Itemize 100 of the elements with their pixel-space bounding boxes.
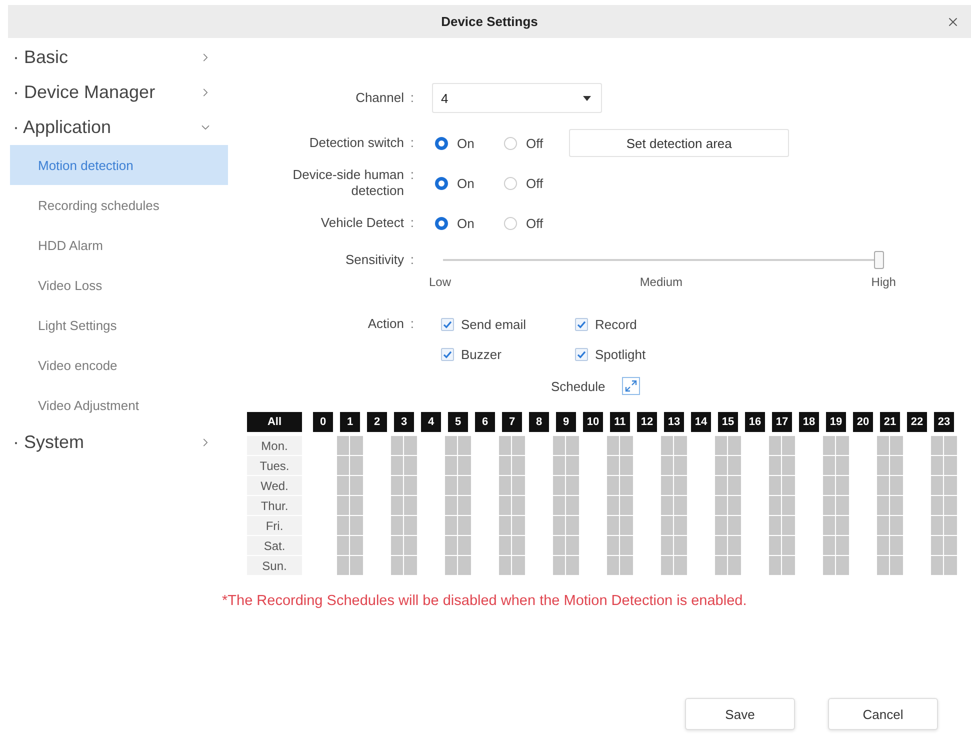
schedule-cell[interactable] <box>553 436 579 455</box>
schedule-cell[interactable] <box>337 476 363 495</box>
schedule-cell[interactable] <box>553 536 579 555</box>
hour-header[interactable]: 1 <box>340 412 360 432</box>
schedule-cell[interactable] <box>445 556 471 575</box>
schedule-cell[interactable] <box>661 436 687 455</box>
schedule-cell[interactable] <box>661 556 687 575</box>
checkbox-option[interactable]: Buzzer <box>441 342 575 366</box>
hour-header[interactable]: 0 <box>313 412 333 432</box>
sidebar-group[interactable]: · Basic <box>0 40 230 75</box>
hour-header[interactable]: 23 <box>934 412 954 432</box>
schedule-cell[interactable] <box>337 436 363 455</box>
sidebar-group[interactable]: · Device Manager <box>0 75 230 110</box>
sidebar-item[interactable]: Video Loss <box>10 265 228 305</box>
schedule-cell[interactable] <box>877 536 903 555</box>
schedule-cell[interactable] <box>769 556 795 575</box>
schedule-cell[interactable] <box>715 536 741 555</box>
schedule-cell[interactable] <box>931 556 957 575</box>
hour-header[interactable]: 9 <box>556 412 576 432</box>
schedule-cell[interactable] <box>499 476 525 495</box>
schedule-cell[interactable] <box>391 436 417 455</box>
hour-header[interactable]: 19 <box>826 412 846 432</box>
schedule-cell[interactable] <box>553 456 579 475</box>
day-label[interactable]: Thur. <box>247 496 302 515</box>
schedule-cell[interactable] <box>499 496 525 515</box>
schedule-cell[interactable] <box>337 496 363 515</box>
schedule-cell[interactable] <box>877 556 903 575</box>
schedule-cell[interactable] <box>823 456 849 475</box>
schedule-cell[interactable] <box>931 516 957 535</box>
schedule-cell[interactable] <box>877 456 903 475</box>
schedule-cell[interactable] <box>391 496 417 515</box>
hour-header[interactable]: 20 <box>853 412 873 432</box>
sidebar-item[interactable]: Light Settings <box>10 305 228 345</box>
hour-header[interactable]: 12 <box>637 412 657 432</box>
schedule-cell[interactable] <box>877 476 903 495</box>
checkbox[interactable] <box>441 348 454 360</box>
hour-header[interactable]: 8 <box>529 412 549 432</box>
sidebar-item[interactable]: Recording schedules <box>10 185 228 225</box>
schedule-cell[interactable] <box>445 516 471 535</box>
schedule-cell[interactable] <box>715 456 741 475</box>
schedule-cell[interactable] <box>607 436 633 455</box>
schedule-cell[interactable] <box>715 516 741 535</box>
schedule-cell[interactable] <box>715 476 741 495</box>
hour-header[interactable]: 18 <box>799 412 819 432</box>
schedule-cell[interactable] <box>391 556 417 575</box>
schedule-cell[interactable] <box>607 456 633 475</box>
hour-header[interactable]: 7 <box>502 412 522 432</box>
sidebar-item[interactable]: Video encode <box>10 345 228 385</box>
schedule-cell[interactable] <box>877 496 903 515</box>
schedule-cell[interactable] <box>931 536 957 555</box>
hour-header[interactable]: 21 <box>880 412 900 432</box>
schedule-cell[interactable] <box>445 536 471 555</box>
schedule-cell[interactable] <box>445 436 471 455</box>
hour-header[interactable]: 2 <box>367 412 387 432</box>
sidebar-item[interactable]: Video Adjustment <box>10 385 228 425</box>
radio-option[interactable]: Off <box>504 136 544 150</box>
schedule-cell[interactable] <box>769 456 795 475</box>
checkbox[interactable] <box>441 318 454 330</box>
schedule-cell[interactable] <box>931 456 957 475</box>
sidebar-group[interactable]: · Application <box>0 110 230 145</box>
day-label[interactable]: Sun. <box>247 556 302 575</box>
channel-select[interactable]: 4 <box>432 83 602 113</box>
hour-header[interactable]: 15 <box>718 412 738 432</box>
hour-header[interactable]: 5 <box>448 412 468 432</box>
select-all-button[interactable]: All <box>247 412 302 432</box>
day-label[interactable]: Tues. <box>247 456 302 475</box>
schedule-cell[interactable] <box>553 556 579 575</box>
schedule-cell[interactable] <box>607 536 633 555</box>
radio-option[interactable]: On <box>435 176 504 190</box>
day-label[interactable]: Sat. <box>247 536 302 555</box>
checkbox-option[interactable]: Record <box>575 312 646 336</box>
schedule-cell[interactable] <box>931 436 957 455</box>
schedule-cell[interactable] <box>661 476 687 495</box>
hour-header[interactable]: 17 <box>772 412 792 432</box>
day-label[interactable]: Wed. <box>247 476 302 495</box>
schedule-cell[interactable] <box>337 536 363 555</box>
schedule-cell[interactable] <box>823 476 849 495</box>
schedule-cell[interactable] <box>823 516 849 535</box>
schedule-cell[interactable] <box>661 516 687 535</box>
schedule-cell[interactable] <box>445 496 471 515</box>
cancel-button[interactable]: Cancel <box>828 698 938 730</box>
hour-header[interactable]: 11 <box>610 412 630 432</box>
radio-option[interactable]: On <box>435 136 504 150</box>
schedule-cell[interactable] <box>769 536 795 555</box>
schedule-cell[interactable] <box>877 436 903 455</box>
schedule-cell[interactable] <box>337 456 363 475</box>
hour-header[interactable]: 16 <box>745 412 765 432</box>
schedule-cell[interactable] <box>715 436 741 455</box>
hour-header[interactable]: 13 <box>664 412 684 432</box>
schedule-cell[interactable] <box>769 496 795 515</box>
hour-header[interactable]: 10 <box>583 412 603 432</box>
set-detection-area-button[interactable]: Set detection area <box>569 129 790 157</box>
schedule-cell[interactable] <box>769 436 795 455</box>
schedule-cell[interactable] <box>823 436 849 455</box>
hour-header[interactable]: 4 <box>421 412 441 432</box>
schedule-cell[interactable] <box>607 556 633 575</box>
slider-thumb[interactable] <box>874 251 884 269</box>
sidebar-item[interactable]: HDD Alarm <box>10 225 228 265</box>
schedule-cell[interactable] <box>607 476 633 495</box>
schedule-cell[interactable] <box>607 496 633 515</box>
